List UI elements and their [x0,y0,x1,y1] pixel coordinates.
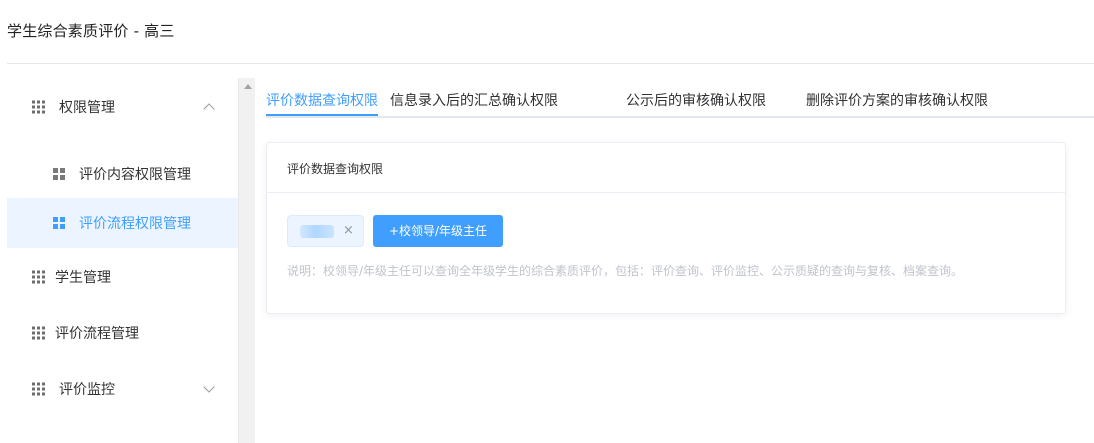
user-tag: × [287,215,364,247]
sidebar-item-label: 学生管理 [55,270,111,286]
apps-icon [53,217,65,229]
app-header: 学生综合素质评价 - 高三 [0,0,1094,63]
permission-note: 说明：校领导/年级主任可以查询全年级学生的综合素质评价，包括：评价查询、评价监控… [287,264,964,278]
scroll-up-icon[interactable] [244,84,252,89]
sidebar-item-label: 权限管理 [59,100,115,116]
sidebar-item-label: 评价监控 [59,382,115,398]
card-title: 评价数据查询权限 [287,162,384,176]
chevron-down-icon [203,381,215,393]
sidebar: 权限管理 评价内容权限管理 评价流程权限管理 学生管理 评价流程管理 评价监控 [7,78,238,443]
tab-summary-confirm-permission[interactable]: 信息录入后的汇总确认权限 [390,90,558,110]
sidebar-subitem-label: 评价流程权限管理 [79,216,191,232]
chevron-up-icon [203,103,215,115]
sidebar-item-permission-management[interactable]: 权限管理 [7,82,238,132]
page: 学生综合素质评价 - 高三 权限管理 评价内容权限管理 评价流程权限管理 学生管… [0,0,1094,443]
header-divider [7,63,1094,64]
permission-card: 评价数据查询权限 × +校领导/年级主任 说明：校领导/年级主任可以查询全年级学… [266,142,1066,314]
sidebar-item-evaluation-monitor[interactable]: 评价监控 [7,364,238,414]
sidebar-item-label: 评价流程管理 [55,326,139,342]
sidebar-item-process-management[interactable]: 评价流程管理 [7,308,238,358]
tab-publicity-review-permission[interactable]: 公示后的审核确认权限 [626,90,766,110]
sidebar-scrollbar[interactable] [238,78,255,443]
sidebar-subitem-label: 评价内容权限管理 [79,167,191,183]
sidebar-subitem-content-permission[interactable]: 评价内容权限管理 [7,149,238,199]
grid-icon [32,382,45,396]
add-leader-button[interactable]: +校领导/年级主任 [373,215,503,247]
redacted-name [300,225,334,238]
tab-query-permission[interactable]: 评价数据查询权限 [266,90,378,110]
grid-icon [32,100,45,114]
apps-icon [53,168,65,180]
grid-icon [32,270,45,284]
sidebar-subitem-process-permission[interactable]: 评价流程权限管理 [7,198,238,248]
grid-icon [32,326,45,340]
page-title: 学生综合素质评价 - 高三 [7,22,175,40]
tab-bar: 评价数据查询权限 信息录入后的汇总确认权限 公示后的审核确认权限 删除评价方案的… [266,78,1094,118]
close-icon[interactable]: × [343,223,354,239]
tab-delete-plan-review-permission[interactable]: 删除评价方案的审核确认权限 [806,90,988,110]
sidebar-item-student-management[interactable]: 学生管理 [7,252,238,302]
card-header: 评价数据查询权限 [267,143,1065,193]
active-tab-indicator [266,114,378,116]
